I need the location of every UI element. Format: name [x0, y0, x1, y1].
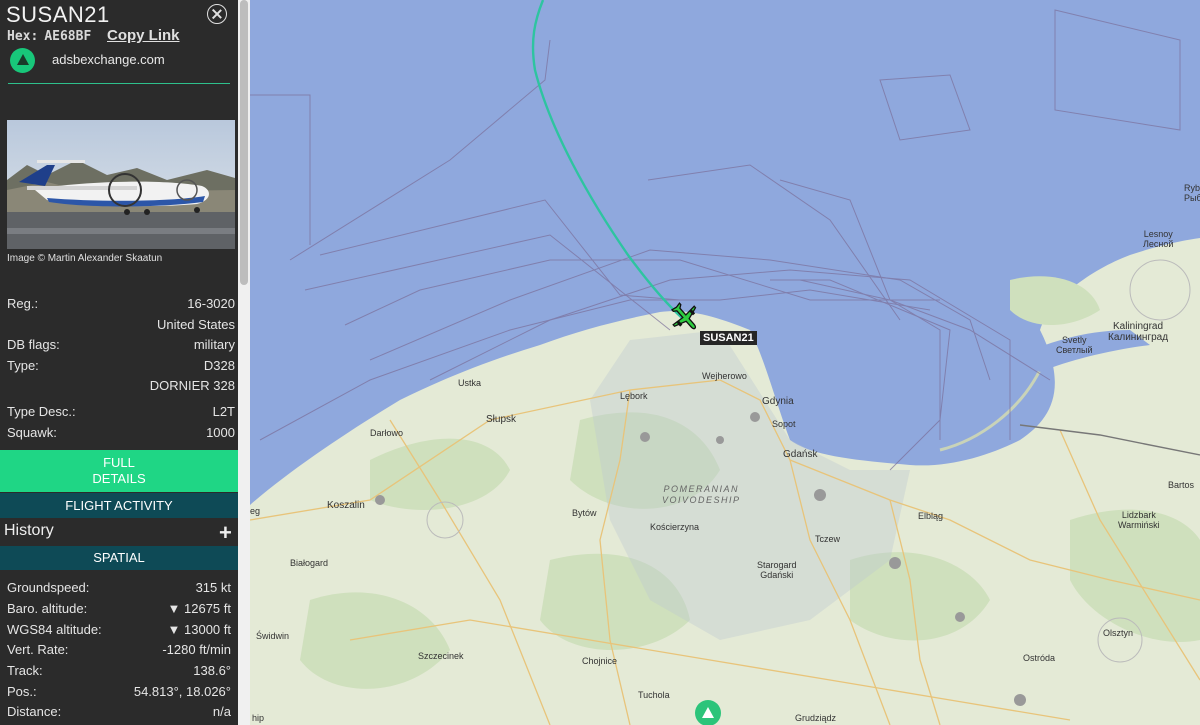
image-credit: Image © Martin Alexander Skaatun: [7, 253, 163, 264]
copy-link[interactable]: Copy Link: [107, 27, 180, 44]
region-label-line: VOIVODESHIP: [662, 495, 741, 505]
place-label: Chojnice: [582, 656, 618, 666]
adsbexchange-marker-icon[interactable]: [695, 700, 721, 725]
place-label: Elbląg: [918, 511, 944, 521]
place-label: Bartos: [1168, 480, 1195, 490]
detail-value: D328: [203, 358, 235, 373]
aircraft-callsign-label[interactable]: SUSAN21: [700, 331, 757, 345]
place-label-line: Лесной: [1143, 239, 1174, 249]
place-label: Lidzbark Warmiński: [1118, 510, 1160, 530]
site-name: adsbexchange.com: [52, 52, 165, 67]
full-details-label-1: FULL: [103, 455, 135, 470]
spatial-value: ▼ 13000 ft: [167, 622, 231, 637]
spatial-value: -1280 ft/min: [162, 642, 231, 657]
spatial-value: 54.813°, 18.026°: [133, 684, 231, 699]
place-label: Ustka: [458, 378, 482, 388]
place-label: Gdynia: [762, 396, 794, 407]
place-label-line: Рыб: [1184, 193, 1200, 203]
place-label: Białogard: [290, 558, 329, 568]
place-label: Tuchola: [638, 690, 670, 700]
sidebar-scrollbar[interactable]: [238, 0, 250, 725]
detail-value: military: [193, 337, 235, 352]
spatial-heading: SPATIAL: [0, 546, 238, 570]
place-label: Ryb Рыб: [1184, 183, 1200, 203]
spatial-label: Track:: [7, 663, 43, 678]
place-label-line: Svetly: [1062, 335, 1087, 345]
spatial-label: Distance:: [7, 704, 62, 719]
full-details-button[interactable]: FULL DETAILS: [0, 450, 238, 492]
aircraft-icon[interactable]: [668, 300, 702, 334]
place-label-line: Lesnoy: [1143, 229, 1173, 239]
spatial-label: Groundspeed:: [7, 580, 90, 595]
divider: [8, 83, 230, 84]
map-canvas[interactable]: [250, 0, 1200, 725]
place-label: Gdańsk: [783, 449, 818, 460]
aircraft-photo[interactable]: [7, 120, 235, 249]
place-label: Ostróda: [1023, 653, 1056, 663]
region-label: POMERANIAN VOIVODESHIP: [662, 484, 741, 506]
detail-label: Reg.:: [7, 296, 39, 311]
place-label: Wejherowo: [702, 371, 747, 381]
place-label-line: Калининград: [1108, 332, 1169, 343]
place-label-line: Starogard: [757, 560, 797, 570]
detail-value: L2T: [212, 404, 235, 419]
detail-label: Type:: [7, 358, 39, 373]
place-label: Starogard Gdański: [757, 560, 797, 580]
spatial-value: 138.6°: [193, 663, 231, 678]
place-label: Bytów: [572, 508, 597, 518]
place-label-line: Ryb: [1184, 183, 1200, 193]
place-label: eg: [250, 506, 261, 516]
place-label: Sopot: [772, 419, 796, 429]
close-icon[interactable]: [207, 4, 227, 24]
place-label: Grudziądz: [795, 713, 837, 723]
detail-label: Type Desc.:: [7, 404, 76, 419]
region-label-line: POMERANIAN: [663, 484, 740, 494]
detail-value: 16-3020: [187, 296, 235, 311]
detail-label: DB flags:: [7, 337, 60, 352]
place-label: Olsztyn: [1103, 628, 1134, 638]
detail-label: Squawk:: [7, 425, 57, 440]
hex-label: Hex:: [7, 29, 39, 44]
place-label: hip: [252, 713, 265, 723]
history-heading: History: [4, 522, 54, 539]
place-label-line: Светлый: [1056, 345, 1093, 355]
detail-value: DORNIER 328: [149, 378, 235, 393]
scrollbar-thumb[interactable]: [240, 0, 248, 285]
flight-activity-button[interactable]: FLIGHT ACTIVITY: [0, 493, 238, 518]
aircraft-info-panel: SUSAN21 Hex: AE68BF Copy Link adsbexchang…: [0, 0, 238, 725]
spatial-label: Pos.:: [7, 684, 37, 699]
expand-history-button[interactable]: +: [219, 520, 232, 546]
place-label: Kościerzyna: [650, 522, 700, 532]
hex-row: Hex: AE68BF: [7, 29, 91, 44]
place-label: Koszalin: [327, 500, 365, 511]
aircraft-callsign: SUSAN21: [6, 2, 110, 27]
place-label-line: Kaliningrad: [1113, 321, 1164, 332]
place-label: Słupsk: [486, 414, 517, 425]
spatial-value: 315 kt: [195, 580, 231, 595]
detail-value: 1000: [206, 425, 235, 440]
spatial-label: Baro. altitude:: [7, 601, 88, 616]
spatial-value: n/a: [212, 704, 231, 719]
place-label: Kaliningrad Калининград: [1108, 321, 1168, 343]
place-label-line: Lidzbark: [1121, 510, 1156, 520]
spatial-label: Vert. Rate:: [7, 642, 69, 657]
place-label: Tczew: [815, 534, 841, 544]
spatial-value: ▼ 12675 ft: [167, 601, 231, 616]
adsbexchange-logo-icon: [10, 48, 35, 73]
detail-value: United States: [156, 317, 235, 332]
place-label-line: Gdański: [760, 570, 794, 580]
full-details-label-2: DETAILS: [92, 471, 146, 486]
place-label: Svetly Светлый: [1056, 335, 1093, 355]
place-label: Lesnoy Лесной: [1143, 229, 1173, 249]
place-label: Lębork: [620, 391, 648, 401]
spatial-label: WGS84 altitude:: [7, 622, 102, 637]
hex-value: AE68BF: [44, 29, 92, 44]
map-view[interactable]: Ustka Słupsk Darłowo Koszalin Białogard …: [250, 0, 1200, 725]
place-label: Szczecinek: [418, 651, 464, 661]
place-label: Darłowo: [370, 428, 404, 438]
place-label: Świdwin: [256, 631, 290, 641]
place-label-line: Warmiński: [1118, 520, 1160, 530]
